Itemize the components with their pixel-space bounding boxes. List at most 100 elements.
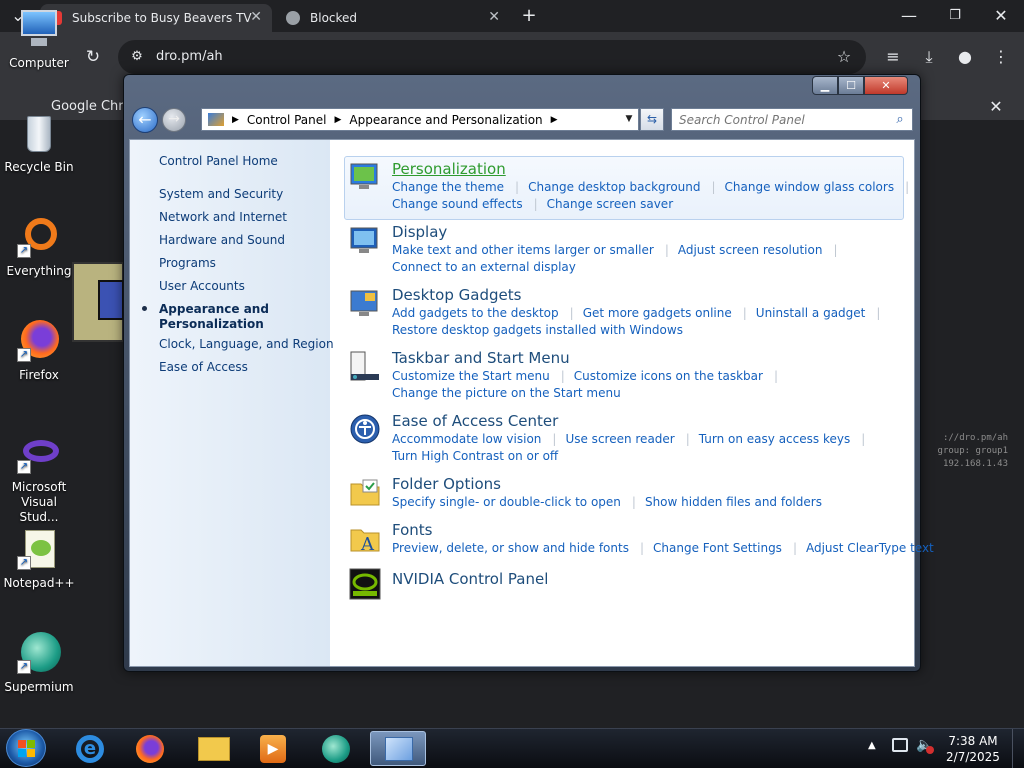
link-add-gadgets[interactable]: Add gadgets to the desktop	[392, 306, 559, 321]
sidebar-item-hardware[interactable]: Hardware and Sound	[159, 233, 285, 248]
category-desktop-gadgets[interactable]: Desktop Gadgets	[392, 286, 521, 304]
link-use-screen-reader[interactable]: Use screen reader	[565, 432, 674, 447]
link-single-double-click[interactable]: Specify single- or double-click to open	[392, 495, 621, 510]
infobar-close-icon[interactable]: ✕	[986, 97, 1006, 117]
category-fonts[interactable]: Fonts	[392, 521, 432, 539]
reload-icon[interactable]: ↻	[82, 47, 104, 67]
folder-options-icon	[349, 476, 381, 508]
link-get-more-gadgets[interactable]: Get more gadgets online	[583, 306, 732, 321]
link-customize-start-menu[interactable]: Customize the Start menu	[392, 369, 550, 384]
desktop-icon-firefox[interactable]: ↗ Firefox	[1, 320, 77, 383]
ease-of-access-icon	[349, 413, 381, 445]
category-links: Make text and other items larger or smal…	[392, 243, 838, 258]
category-taskbar-start-menu[interactable]: Taskbar and Start Menu	[392, 349, 570, 367]
search-icon[interactable]: ⌕	[890, 110, 910, 129]
taskbar-firefox[interactable]	[122, 731, 178, 766]
category-personalization[interactable]: Personalization	[392, 160, 506, 178]
link-change-screen-saver[interactable]: Change screen saver	[547, 197, 674, 212]
link-preview-fonts[interactable]: Preview, delete, or show and hide fonts	[392, 541, 629, 556]
taskbar-explorer[interactable]	[186, 731, 242, 766]
firefox-icon: ↗	[17, 320, 61, 364]
refresh-button[interactable]: ⇆	[640, 108, 664, 131]
link-change-desktop-background[interactable]: Change desktop background	[528, 180, 700, 195]
media-queue-icon[interactable]: ≡	[882, 47, 904, 67]
desktop-icon-notepadpp[interactable]: ↗ Notepad++	[1, 528, 77, 591]
desktop-icon-recycle-bin[interactable]: Recycle Bin	[1, 112, 77, 175]
link-adjust-screen-resolution[interactable]: Adjust screen resolution	[678, 243, 823, 258]
internet-explorer-icon: e	[76, 735, 104, 763]
browser-minimize-icon[interactable]: —	[898, 6, 920, 26]
taskbar-clock[interactable]: 7:38 AM 2/7/2025	[940, 733, 1006, 765]
site-info-icon[interactable]: ⚙	[128, 47, 146, 67]
action-center-flag-icon[interactable]	[892, 738, 908, 752]
breadcrumb-arrow-icon[interactable]: ▶	[232, 115, 239, 125]
link-change-window-glass-colors[interactable]: Change window glass colors	[725, 180, 895, 195]
desktop-icon-computer[interactable]: Computer	[1, 8, 77, 71]
start-button[interactable]	[6, 729, 46, 767]
sidebar-item-home[interactable]: Control Panel Home	[159, 154, 278, 169]
link-change-theme[interactable]: Change the theme	[392, 180, 504, 195]
category-folder-options[interactable]: Folder Options	[392, 475, 501, 493]
breadcrumb-appearance[interactable]: Appearance and Personalization	[349, 113, 542, 127]
link-customize-taskbar-icons[interactable]: Customize icons on the taskbar	[574, 369, 763, 384]
sidebar-item-system-security[interactable]: System and Security	[159, 187, 283, 202]
profile-icon[interactable]: ●	[954, 47, 976, 67]
sidebar-item-network[interactable]: Network and Internet	[159, 210, 287, 225]
category-ease-of-access-center[interactable]: Ease of Access Center	[392, 412, 558, 430]
address-bar[interactable]: ⚙ dro.pm/ah ☆	[118, 40, 866, 74]
desktop-icon-label: Microsoft Visual Stud...	[11, 480, 67, 524]
taskbar-internet-explorer[interactable]: e	[62, 731, 118, 766]
close-icon[interactable]: ✕	[250, 9, 262, 25]
shortcut-arrow-icon: ↗	[17, 460, 31, 474]
link-restore-gadgets[interactable]: Restore desktop gadgets installed with W…	[392, 323, 683, 338]
desktop-icon-supermium[interactable]: ↗ Supermium	[1, 632, 77, 695]
category-nvidia-control-panel[interactable]: NVIDIA Control Panel	[392, 570, 548, 588]
taskbar-control-panel[interactable]	[370, 731, 426, 766]
taskbar-media-player[interactable]: ▶	[246, 731, 302, 766]
browser-close-icon[interactable]: ✕	[990, 6, 1012, 26]
desktop-icon-label: Recycle Bin	[4, 160, 74, 174]
maximize-button[interactable]: ☐	[838, 76, 864, 95]
sidebar-item-user-accounts[interactable]: User Accounts	[159, 279, 245, 294]
link-accommodate-low-vision[interactable]: Accommodate low vision	[392, 432, 541, 447]
desktop-icon-visual-studio[interactable]: ↗ Microsoft Visual Stud...	[1, 432, 77, 525]
link-easy-access-keys[interactable]: Turn on easy access keys	[699, 432, 850, 447]
link-uninstall-gadget[interactable]: Uninstall a gadget	[756, 306, 866, 321]
breadcrumb-arrow-icon[interactable]: ▶	[551, 115, 558, 125]
close-icon[interactable]: ✕	[488, 9, 500, 25]
show-hidden-icons-arrow-icon[interactable]: ▲	[868, 740, 876, 751]
shortcut-arrow-icon: ↗	[17, 244, 31, 258]
link-make-text-larger[interactable]: Make text and other items larger or smal…	[392, 243, 654, 258]
search-input[interactable]	[671, 108, 913, 131]
breadcrumb[interactable]: ▶ Control Panel ▶ Appearance and Persona…	[201, 108, 639, 131]
link-show-hidden-files[interactable]: Show hidden files and folders	[645, 495, 822, 510]
address-dropdown-icon[interactable]: ▼	[620, 110, 638, 129]
sidebar-item-clock-region[interactable]: Clock, Language, and Region	[159, 337, 334, 352]
forward-button[interactable]: →	[162, 108, 186, 132]
breadcrumb-arrow-icon[interactable]: ▶	[335, 115, 342, 125]
link-connect-external-display[interactable]: Connect to an external display	[392, 260, 576, 275]
link-change-sound-effects[interactable]: Change sound effects	[392, 197, 523, 212]
link-high-contrast[interactable]: Turn High Contrast on or off	[392, 449, 558, 464]
browser-tab-2[interactable]: Blocked ✕	[278, 4, 510, 32]
new-tab-plus-icon[interactable]: +	[518, 6, 540, 26]
back-button[interactable]: ←	[132, 107, 158, 133]
link-adjust-cleartype[interactable]: Adjust ClearType text	[806, 541, 934, 556]
mute-indicator-icon	[926, 746, 934, 754]
sidebar-item-ease-of-access[interactable]: Ease of Access	[159, 360, 248, 375]
show-desktop-button[interactable]	[1012, 729, 1024, 768]
minimize-button[interactable]: ▁	[812, 76, 838, 95]
link-change-font-settings[interactable]: Change Font Settings	[653, 541, 782, 556]
bookmark-star-icon[interactable]: ☆	[834, 47, 854, 67]
download-icon[interactable]: ⤓	[918, 47, 940, 67]
shortcut-arrow-icon: ↗	[17, 348, 31, 362]
desktop-icon-everything[interactable]: ↗ Everything	[1, 216, 77, 279]
link-change-start-picture[interactable]: Change the picture on the Start menu	[392, 386, 621, 401]
browser-restore-icon[interactable]: ❐	[944, 6, 966, 26]
close-button[interactable]: ✕	[864, 76, 908, 95]
menu-kebab-icon[interactable]: ⋮	[990, 47, 1012, 67]
taskbar-supermium[interactable]	[308, 731, 364, 766]
breadcrumb-control-panel[interactable]: Control Panel	[247, 113, 327, 127]
sidebar-item-programs[interactable]: Programs	[159, 256, 216, 271]
category-display[interactable]: Display	[392, 223, 447, 241]
